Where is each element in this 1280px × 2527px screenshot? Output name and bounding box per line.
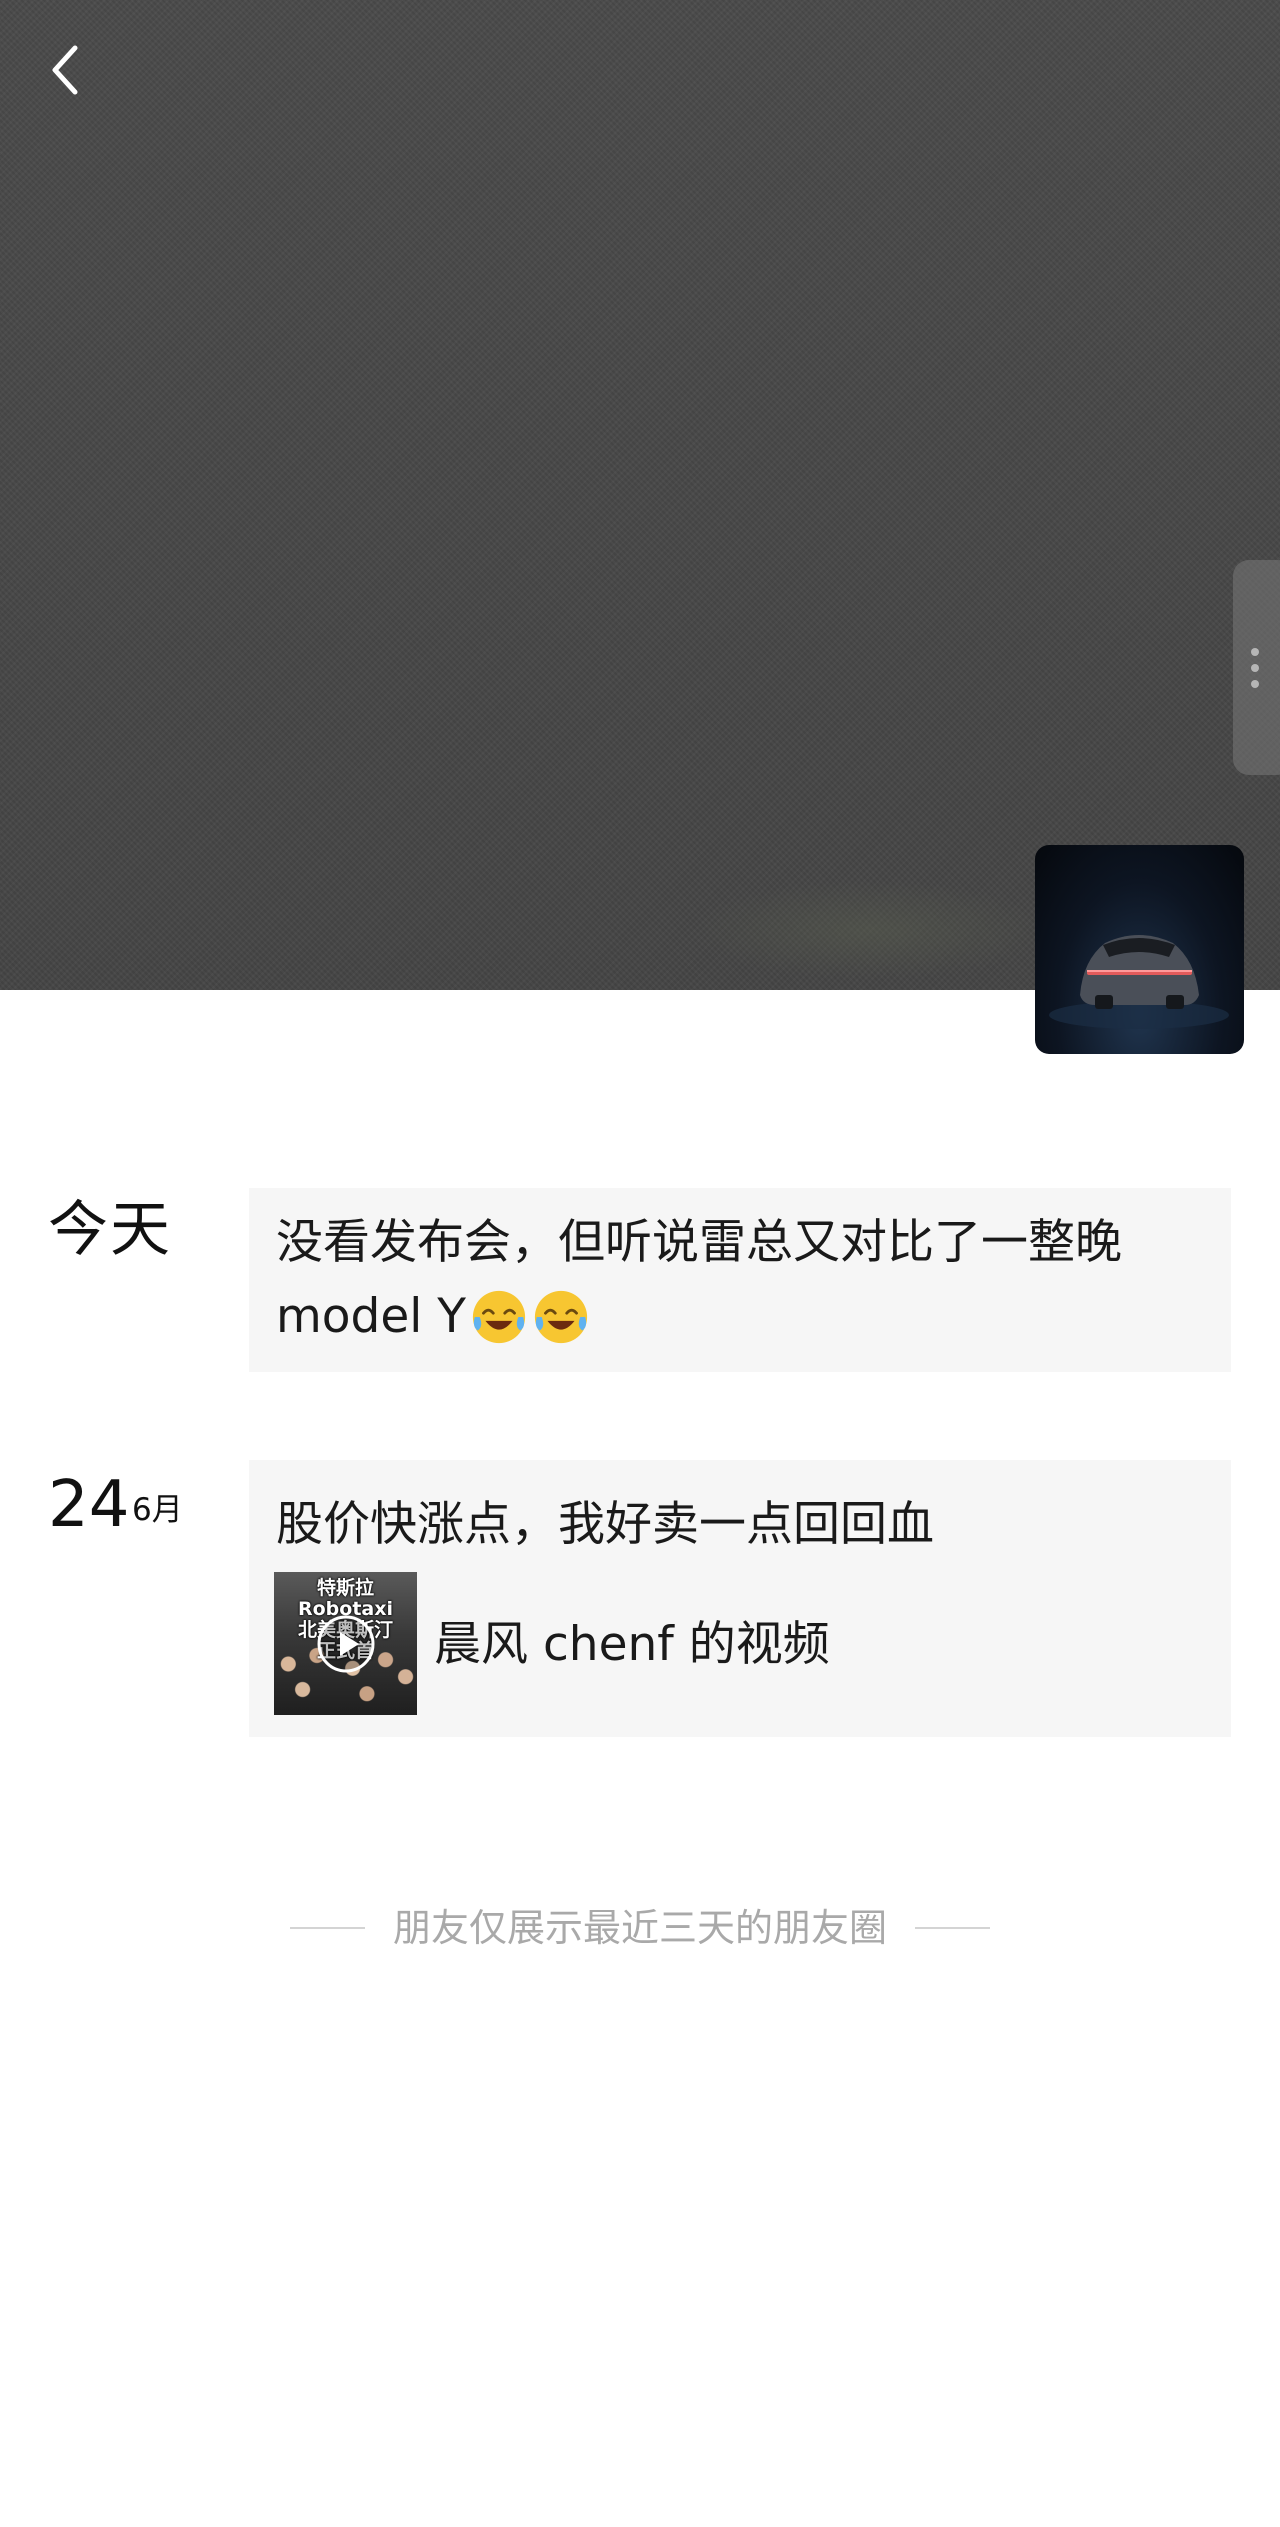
vertical-dot xyxy=(1251,664,1259,672)
post-text-line2: model Y xyxy=(276,1280,590,1354)
vertical-dots-icon xyxy=(1251,648,1259,656)
post-item[interactable]: 股价快涨点，我好卖一点回回血 特斯拉Robotaxi 北美奥斯汀 正式首 晨风 … xyxy=(249,1460,1231,1737)
side-menu-handle[interactable] xyxy=(1233,560,1280,775)
footer-note: 朋友仅展示最近三天的朋友圈 xyxy=(0,1895,1280,1961)
date-day: 24 xyxy=(48,1468,130,1542)
footer-note-text: 朋友仅展示最近三天的朋友圈 xyxy=(392,1906,887,1950)
post-item[interactable]: 没看发布会，但听说雷总又对比了一整晚 model Y xyxy=(249,1188,1231,1372)
post-text-model: model Y xyxy=(276,1289,466,1344)
laugh-cry-emoji-icon xyxy=(472,1290,526,1344)
cover-image[interactable] xyxy=(0,0,1280,990)
play-icon xyxy=(317,1615,375,1673)
vertical-dot xyxy=(1251,680,1259,688)
divider xyxy=(915,1927,990,1929)
date-month: 6月 xyxy=(132,1492,183,1528)
avatar[interactable] xyxy=(1035,845,1244,1054)
post-text: 没看发布会，但听说雷总又对比了一整晚 xyxy=(276,1215,1122,1270)
chevron-left-icon xyxy=(52,45,78,95)
video-title: 晨风 chenf 的视频 xyxy=(434,1617,830,1672)
divider xyxy=(289,1927,365,1929)
video-thumbnail[interactable]: 特斯拉Robotaxi 北美奥斯汀 正式首 xyxy=(274,1572,417,1715)
laugh-cry-emoji-icon xyxy=(534,1290,588,1344)
cover-blur-text xyxy=(690,880,1050,980)
back-button[interactable] xyxy=(30,35,100,105)
car-rear-icon xyxy=(1049,935,1229,1029)
date-label-today: 今天 xyxy=(48,1195,172,1265)
post-text: 股价快涨点，我好卖一点回回血 xyxy=(276,1497,934,1552)
